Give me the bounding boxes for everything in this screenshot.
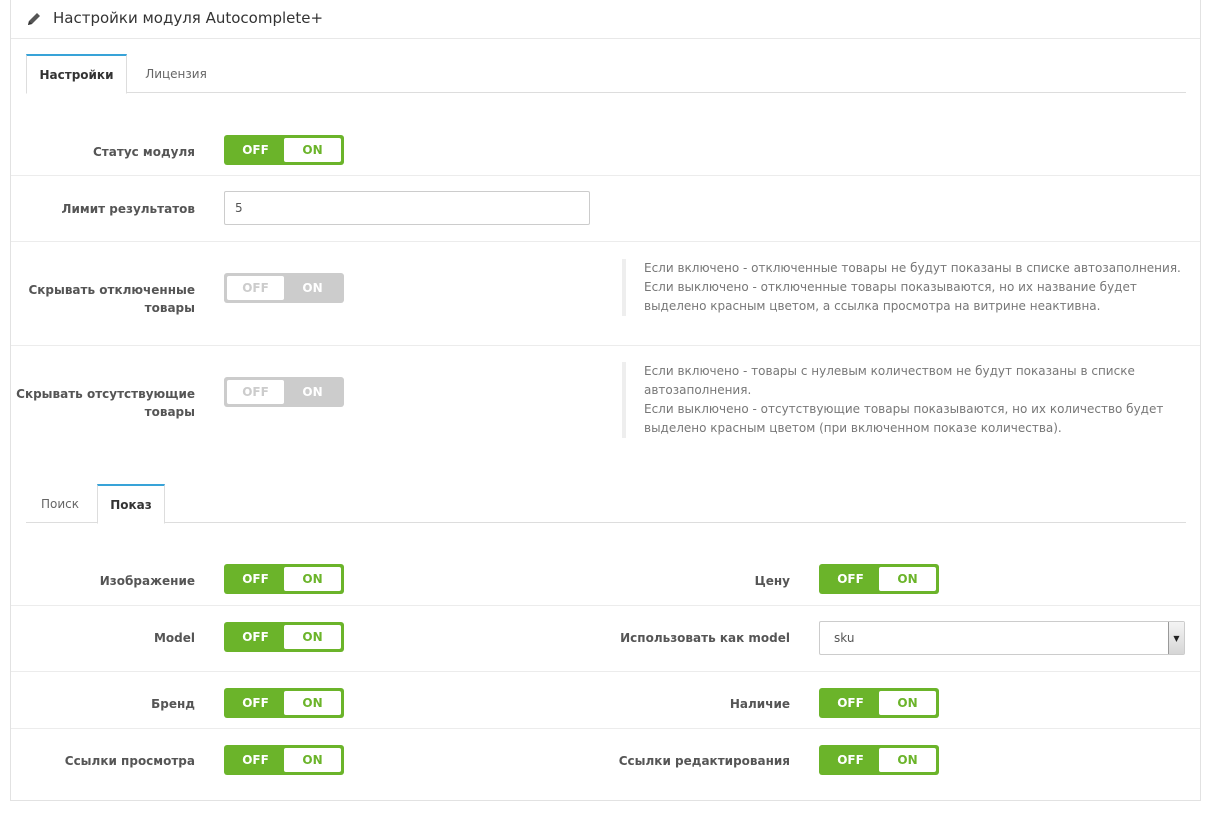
hide-disabled-help: Если включено - отключенные товары не бу… (622, 259, 1182, 316)
price-label: Цену (754, 574, 790, 588)
status-toggle[interactable]: OFF ON (224, 135, 344, 165)
stock-label: Наличие (729, 697, 790, 711)
edit-links-label: Ссылки редактирования (618, 754, 790, 768)
chevron-down-icon[interactable]: ▼ (1168, 622, 1184, 654)
toggle-on-label: ON (879, 748, 936, 772)
status-label: Статус модуля (93, 145, 195, 159)
row-divider (11, 728, 1200, 729)
model-toggle[interactable]: OFF ON (224, 622, 344, 652)
edit-links-toggle[interactable]: OFF ON (819, 745, 939, 775)
model-label: Model (153, 631, 195, 645)
toggle-off-label: OFF (242, 696, 269, 710)
hide-missing-help: Если включено - товары с нулевым количес… (622, 362, 1182, 438)
image-label: Изображение (99, 574, 195, 588)
toggle-on-label: ON (284, 691, 341, 715)
row-divider (11, 345, 1200, 346)
toggle-on-label: ON (879, 567, 936, 591)
price-toggle[interactable]: OFF ON (819, 564, 939, 594)
toggle-off-label: OFF (837, 753, 864, 767)
panel-title: Настройки модуля Autocomplete+ (53, 9, 324, 27)
toggle-on-label: ON (302, 281, 323, 295)
sub-tabs: Поиск Показ (26, 484, 1186, 524)
toggle-off-label: OFF (242, 630, 269, 644)
tab-license[interactable]: Лицензия (132, 54, 220, 94)
toggle-off-label: OFF (837, 572, 864, 586)
toggle-on-label: ON (302, 385, 323, 399)
toggle-off-label: OFF (242, 753, 269, 767)
row-divider (11, 241, 1200, 242)
use-as-model-select[interactable]: sku ▼ (819, 621, 1185, 655)
row-divider (11, 605, 1200, 606)
stock-toggle[interactable]: OFF ON (819, 688, 939, 718)
hide-missing-toggle[interactable]: OFF ON (224, 377, 344, 407)
toggle-on-label: ON (879, 691, 936, 715)
toggle-on-label: ON (284, 138, 341, 162)
use-as-model-label: Использовать как model (620, 631, 790, 645)
toggle-on-label: ON (284, 625, 341, 649)
brand-label: Бренд (151, 697, 195, 711)
toggle-off-label: OFF (242, 143, 269, 157)
limit-input[interactable] (224, 191, 590, 225)
toggle-on-label: ON (284, 748, 341, 772)
hide-missing-label: Скрывать отсутствующие товары (16, 387, 195, 419)
brand-toggle[interactable]: OFF ON (224, 688, 344, 718)
limit-label: Лимит результатов (61, 202, 195, 216)
toggle-off-label: OFF (227, 380, 284, 404)
row-divider (11, 671, 1200, 672)
pencil-icon (28, 13, 40, 25)
row-divider (11, 175, 1200, 176)
main-tabs: Настройки Лицензия (26, 54, 1186, 94)
panel-heading: Настройки модуля Autocomplete+ (11, 0, 1200, 39)
tab-settings[interactable]: Настройки (26, 54, 127, 94)
image-toggle[interactable]: OFF ON (224, 564, 344, 594)
select-value: sku (834, 631, 855, 645)
toggle-on-label: ON (284, 567, 341, 591)
toggle-off-label: OFF (227, 276, 284, 300)
tab-search[interactable]: Поиск (26, 484, 94, 524)
settings-panel: Настройки модуля Autocomplete+ Настройки… (10, 0, 1201, 801)
toggle-off-label: OFF (242, 572, 269, 586)
view-links-label: Ссылки просмотра (64, 754, 195, 768)
toggle-off-label: OFF (837, 696, 864, 710)
tab-display[interactable]: Показ (97, 484, 165, 524)
hide-disabled-toggle[interactable]: OFF ON (224, 273, 344, 303)
hide-disabled-label: Скрывать отключенные товары (28, 283, 195, 315)
view-links-toggle[interactable]: OFF ON (224, 745, 344, 775)
